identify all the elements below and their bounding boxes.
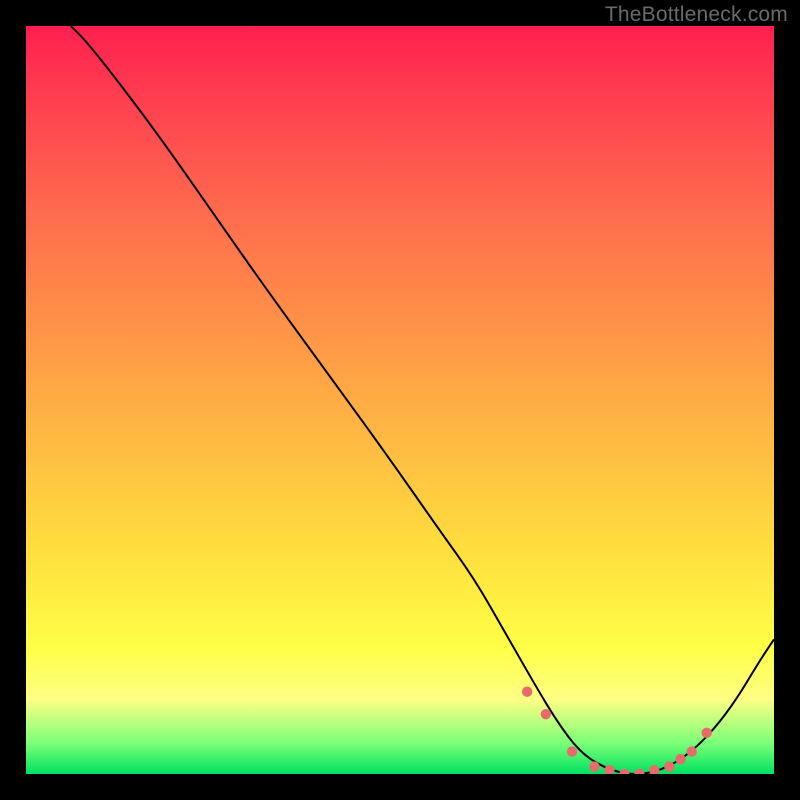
bottleneck-curve bbox=[71, 26, 774, 774]
curve-marker bbox=[541, 709, 551, 719]
curve-marker bbox=[701, 728, 711, 738]
chart-svg bbox=[26, 26, 774, 774]
curve-markers bbox=[522, 687, 712, 774]
curve-marker bbox=[675, 754, 685, 764]
curve-marker bbox=[522, 687, 532, 697]
chart-frame: { "watermark": "TheBottleneck.com", "col… bbox=[0, 0, 800, 800]
curve-marker bbox=[649, 765, 659, 774]
curve-marker bbox=[567, 746, 577, 756]
curve-marker bbox=[619, 769, 629, 774]
curve-marker bbox=[634, 769, 644, 774]
watermark-text: TheBottleneck.com bbox=[605, 3, 788, 27]
curve-marker bbox=[687, 746, 697, 756]
curve-marker bbox=[589, 761, 599, 771]
curve-marker bbox=[664, 761, 674, 771]
